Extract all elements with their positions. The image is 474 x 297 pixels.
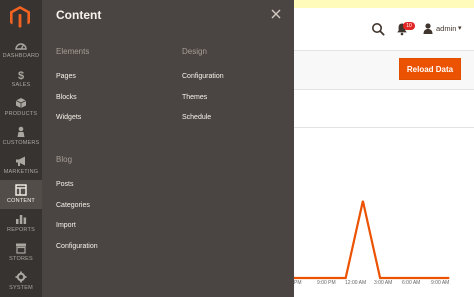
close-icon[interactable] [270, 8, 282, 20]
nav-item-products[interactable]: PRODUCTS [0, 93, 42, 122]
nav-item-label: SALES [11, 82, 31, 88]
chart-data-point [379, 277, 381, 279]
nav-item-label: PRODUCTS [4, 111, 38, 117]
nav-item-label: REPORTS [7, 227, 35, 233]
chart-data-point [431, 277, 433, 279]
menu-item-blocks[interactable]: Blocks [56, 94, 77, 101]
x-axis-tick-label: 12:00 AM [345, 280, 367, 286]
search-icon[interactable] [371, 22, 385, 36]
bar-chart-icon [0, 212, 42, 226]
notification-count-badge: 10 [403, 22, 415, 30]
menu-item-widgets[interactable]: Widgets [56, 114, 81, 121]
nav-item-label: DASHBOARD [2, 53, 40, 59]
menu-group-title: Design [182, 47, 207, 56]
x-axis-tick-label: 3:00 AM [374, 280, 393, 286]
x-axis-tick-label: PM [294, 280, 302, 286]
user-icon[interactable] [423, 23, 433, 34]
chart-data-point [362, 200, 364, 202]
chart-data-point [413, 277, 416, 279]
menu-item-design-configuration[interactable]: Configuration [182, 73, 224, 80]
nav-item-reports[interactable]: REPORTS [0, 209, 42, 238]
person-icon [0, 125, 42, 139]
nav-item-label: CONTENT [7, 198, 35, 204]
menu-item-blog-configuration[interactable]: Configuration [56, 243, 98, 250]
menu-item-schedule[interactable]: Schedule [182, 114, 211, 121]
gear-icon [0, 270, 42, 284]
svg-text:$: $ [18, 70, 24, 80]
nav-item-label: CUSTOMERS [2, 140, 40, 146]
dashboard-icon [0, 38, 42, 52]
dollar-icon: $ [0, 67, 42, 82]
chevron-down-icon[interactable]: ▾ [458, 24, 462, 32]
menu-item-import[interactable]: Import [56, 222, 76, 229]
chart-data-point [448, 277, 450, 279]
nav-item-stores[interactable]: STORES [0, 238, 42, 267]
system-message-strip [294, 0, 474, 8]
panel-title: Content [56, 8, 102, 22]
chart-data-point [396, 277, 398, 279]
x-axis-tick-label: 9:00 AM [431, 280, 450, 286]
chart-data-point [327, 277, 330, 279]
nav-item-label: SYSTEM [9, 285, 33, 291]
nav-item-label: STORES [9, 256, 33, 262]
content-menu-panel [42, 0, 294, 297]
store-icon [0, 241, 42, 255]
magento-logo[interactable] [9, 5, 31, 29]
menu-item-themes[interactable]: Themes [182, 94, 207, 101]
nav-item-label: MARKETING [3, 169, 39, 175]
cube-icon [0, 96, 42, 110]
layout-icon [0, 183, 42, 197]
nav-item-marketing[interactable]: MARKETING [0, 151, 42, 180]
x-axis-tick-label: 6:00 AM [402, 280, 421, 286]
menu-item-categories[interactable]: Categories [56, 202, 90, 209]
dashboard-line-chart [294, 200, 450, 280]
chart-series-line [294, 200, 449, 280]
chart-data-point [310, 277, 312, 279]
nav-item-sales[interactable]: $ SALES [0, 64, 42, 93]
menu-item-posts[interactable]: Posts [56, 181, 74, 188]
menu-group-title: Blog [56, 155, 73, 164]
reload-data-button[interactable]: Reload Data [399, 58, 461, 80]
menu-item-pages[interactable]: Pages [56, 73, 76, 80]
admin-username[interactable]: admin [436, 24, 456, 33]
chart-data-point [345, 277, 347, 279]
nav-item-customers[interactable]: CUSTOMERS [0, 122, 42, 151]
menu-group-title: Elements [56, 47, 90, 56]
nav-item-dashboard[interactable]: DASHBOARD [0, 35, 42, 64]
nav-item-system[interactable]: SYSTEM [0, 267, 42, 296]
megaphone-icon [0, 154, 42, 168]
x-axis-tick-label: 9:00 PM [317, 280, 336, 286]
nav-item-content[interactable]: CONTENT [0, 180, 42, 209]
